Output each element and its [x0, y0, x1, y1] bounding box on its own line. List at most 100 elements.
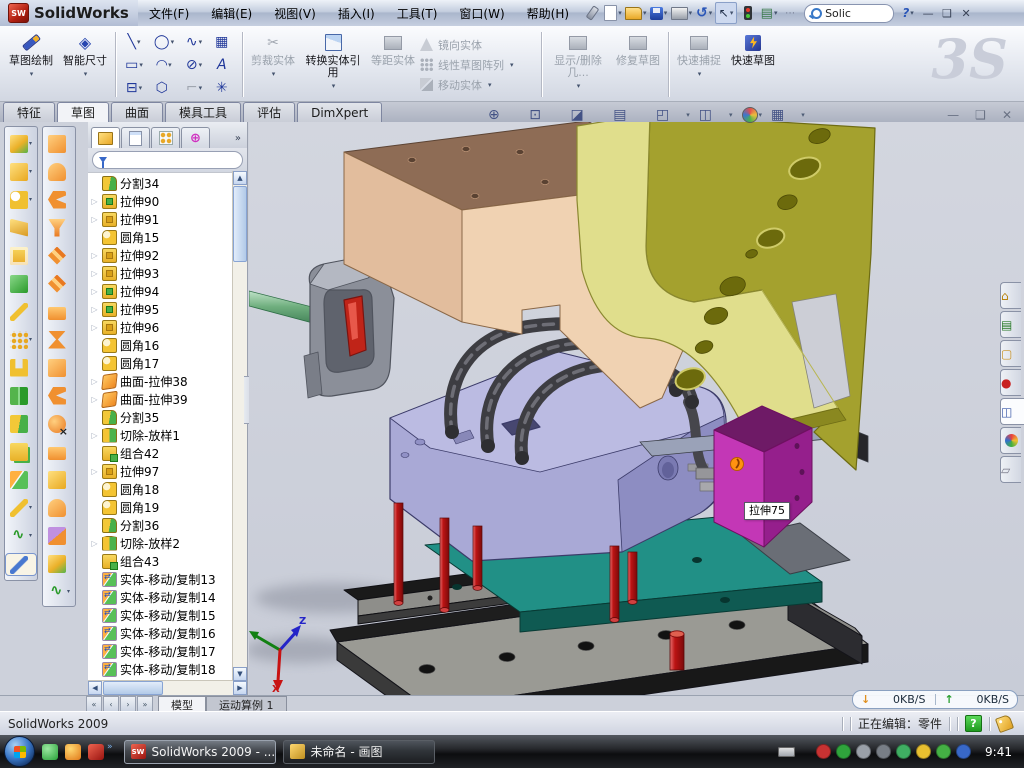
doc-close-button[interactable]: ✕: [1002, 108, 1012, 122]
tree-item[interactable]: ▷ 切除-放样2: [90, 534, 233, 552]
menu-item[interactable]: 窗口(W): [448, 0, 515, 26]
dimxpertmanager-tab[interactable]: ⊕: [181, 127, 210, 148]
tree-item[interactable]: ▷ 拉伸92: [90, 246, 233, 264]
tree-item[interactable]: ▷ 实体-移动/复制13: [90, 570, 233, 588]
network-icon[interactable]: [956, 744, 971, 759]
curve-icon[interactable]: ▾: [6, 525, 36, 546]
pattern-icon[interactable]: ▾: [6, 329, 36, 350]
trim-surface-icon[interactable]: ▾: [44, 329, 74, 350]
tree-item[interactable]: ▷ 曲面-拉伸39: [90, 390, 233, 408]
ribbon-tab[interactable]: 草图: [57, 102, 109, 122]
scroll-down-button[interactable]: ▼: [233, 667, 247, 681]
revolved-surface-icon[interactable]: ▾: [44, 161, 74, 182]
shell-icon[interactable]: ▾: [6, 245, 36, 266]
volume-icon[interactable]: [876, 744, 891, 759]
display-delete-relations-button[interactable]: 显示/删除几...▾: [545, 28, 611, 101]
move-entities-button[interactable]: 移动实体▾: [420, 77, 538, 93]
expand-arrow-icon[interactable]: ▷: [90, 395, 99, 404]
expand-arrow-icon[interactable]: ▷: [90, 431, 99, 440]
mirror-icon[interactable]: ▾: [6, 357, 36, 378]
tree-item[interactable]: ▷ 曲面-拉伸38: [90, 372, 233, 390]
elbow-surface-icon[interactable]: ▾: [44, 385, 74, 406]
pin-icon[interactable]: [582, 3, 602, 23]
graphics-viewport[interactable]: Z Y X: [249, 122, 1024, 695]
ribbon-tab[interactable]: 特征: [3, 102, 55, 122]
knit-surface-icon[interactable]: ▾: [44, 245, 74, 266]
search-input[interactable]: Solic: [804, 4, 894, 23]
extend-surface-icon[interactable]: ▾: [44, 301, 74, 322]
filled-surface-icon[interactable]: ▾: [44, 217, 74, 238]
guide-pin-short[interactable]: [670, 631, 684, 670]
expand-arrow-icon[interactable]: ▷: [90, 467, 99, 476]
planar-surface-icon[interactable]: ▾: [44, 273, 74, 294]
restore-button[interactable]: ❑: [938, 5, 956, 21]
sketch-entity-button[interactable]: ⬡▾: [149, 76, 179, 99]
new-document-button[interactable]: ▾: [603, 3, 623, 23]
offset-surface-icon[interactable]: ▾: [44, 357, 74, 378]
sketch-entity-button[interactable]: ⊟▾: [119, 76, 149, 99]
tag-icon[interactable]: [995, 714, 1014, 733]
tree-item[interactable]: ▷ 圆角17: [90, 354, 233, 372]
sketch-entity-button[interactable]: ╲▾: [119, 30, 149, 53]
search-results-icon[interactable]: ●: [1000, 369, 1021, 396]
security-shield-icon[interactable]: [836, 744, 851, 759]
tree-item[interactable]: ▷ 实体-移动/复制17: [90, 642, 233, 660]
delete-face-icon[interactable]: ▾: [44, 413, 74, 434]
swept-surface-icon[interactable]: ▾: [44, 133, 74, 154]
menu-item[interactable]: 编辑(E): [200, 0, 263, 26]
trim-entities-button[interactable]: ✂ 剪裁实体▾: [246, 28, 300, 101]
zoom-area-icon[interactable]: ⊡▾: [529, 107, 561, 123]
tree-item[interactable]: ▷ 分割36: [90, 516, 233, 534]
undo-button[interactable]: ↺▾: [694, 3, 714, 23]
menu-item[interactable]: 插入(I): [327, 0, 386, 26]
expand-arrow-icon[interactable]: ▷: [90, 377, 99, 386]
design-library-icon[interactable]: ▤: [1000, 311, 1021, 338]
tree-horizontal-scrollbar[interactable]: ◀ ▶: [88, 680, 247, 695]
convert-entities-button[interactable]: 转换实体引用▾: [300, 28, 366, 101]
split-icon[interactable]: ▾: [6, 413, 36, 434]
parting-surface-icon[interactable]: ▾: [44, 469, 74, 490]
options-button[interactable]: ▤▾: [759, 3, 779, 23]
tree-filter-input[interactable]: [92, 151, 243, 169]
file-explorer-icon[interactable]: ▢: [1000, 340, 1021, 367]
tree-vertical-scrollbar[interactable]: ▲ ▼: [232, 171, 247, 681]
tree-item[interactable]: ▷ 圆角15: [90, 228, 233, 246]
boss-extrude-icon[interactable]: ▾: [6, 133, 36, 154]
fillet-icon[interactable]: ▾: [6, 189, 36, 210]
menu-item[interactable]: 视图(V): [263, 0, 327, 26]
solidworks-resources-icon[interactable]: ⌂: [1000, 282, 1021, 309]
solidworks-quicklaunch-icon[interactable]: [88, 744, 104, 760]
sketch-entity-button[interactable]: ▭▾: [119, 53, 149, 76]
tree-item[interactable]: ▷ 拉伸95: [90, 300, 233, 318]
taskbar-button-paint[interactable]: 未命名 - 画图: [283, 740, 435, 764]
doc-nav-button[interactable]: «: [86, 696, 102, 712]
tree-item[interactable]: ▷ 切除-放样1: [90, 426, 233, 444]
bodies-icon[interactable]: ▾: [6, 385, 36, 406]
tree-item[interactable]: ▷ 圆角18: [90, 480, 233, 498]
sketch-entity-button[interactable]: ▦▾: [209, 30, 239, 53]
scroll-thumb[interactable]: [233, 186, 247, 262]
close-button[interactable]: ✕: [957, 5, 975, 21]
scroll-up-button[interactable]: ▲: [233, 171, 247, 185]
sketch-button[interactable]: 草图绘制▾: [4, 28, 58, 101]
view-palette-icon[interactable]: ◫: [1000, 398, 1024, 425]
expand-arrow-icon[interactable]: ▷: [90, 251, 99, 260]
ribbon-tab[interactable]: 曲面: [111, 102, 163, 122]
print-button[interactable]: ▾: [670, 3, 694, 23]
lofted-surface-icon[interactable]: ▾: [44, 189, 74, 210]
expand-arrow-icon[interactable]: ▷: [90, 539, 99, 548]
measure-icon[interactable]: ▾: [5, 553, 37, 576]
ribbon-tab[interactable]: 模具工具: [165, 102, 241, 122]
start-button[interactable]: [4, 736, 35, 767]
doc-nav-button[interactable]: ›: [120, 696, 136, 712]
taskbar-button-solidworks[interactable]: SW SolidWorks 2009 - ...: [124, 740, 276, 764]
rib-icon[interactable]: ▾: [6, 273, 36, 294]
tree-item[interactable]: ▷ 拉伸93: [90, 264, 233, 282]
tree-item[interactable]: ▷ 圆角16: [90, 336, 233, 354]
quick-tips-button[interactable]: ?: [965, 715, 982, 732]
tree-item[interactable]: ▷ 拉伸91: [90, 210, 233, 228]
linear-pattern-button[interactable]: 线性草图阵列▾: [420, 57, 538, 73]
tree-item[interactable]: ▷ 拉伸90: [90, 192, 233, 210]
move-copy-icon[interactable]: ▾: [6, 469, 36, 490]
combine-icon[interactable]: ▾: [6, 441, 36, 462]
